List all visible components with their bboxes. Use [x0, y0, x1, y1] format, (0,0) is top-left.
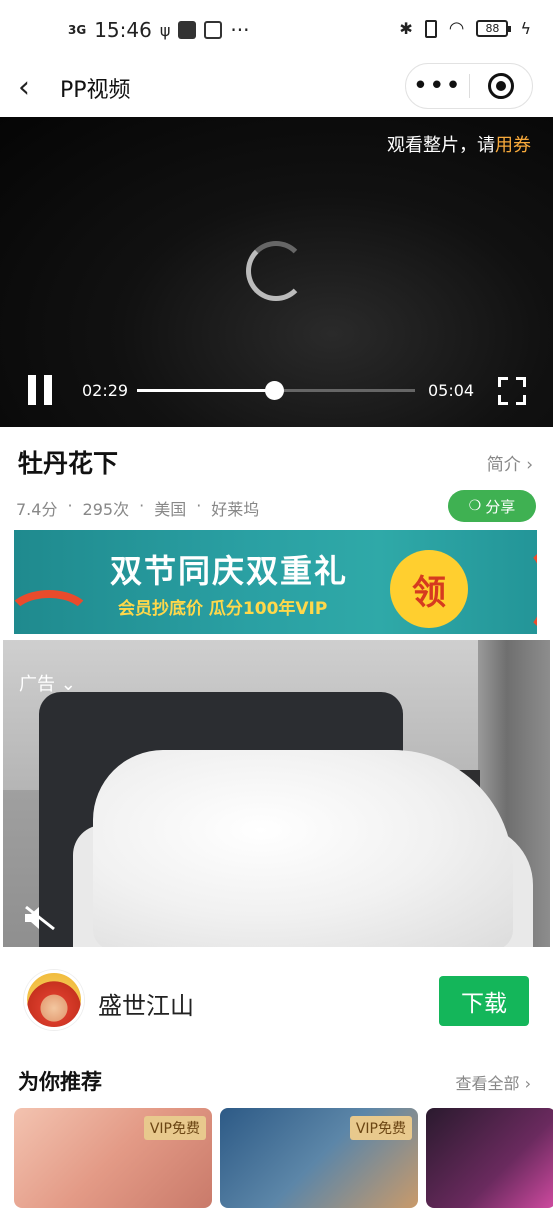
loading-spinner	[246, 241, 306, 301]
progress-handle[interactable]	[265, 381, 285, 400]
intro-link[interactable]: 简介 ›	[487, 450, 533, 475]
meta-separator: ·	[196, 496, 202, 515]
banner-subline: 会员抄底价 瓜分100年VIP	[118, 599, 328, 619]
recommend-card[interactable]	[426, 1108, 553, 1208]
back-icon[interactable]: ‹	[18, 70, 30, 105]
view-count: 295次	[82, 500, 130, 519]
recommend-card[interactable]: VIP免费	[14, 1108, 212, 1208]
vip-badge: VIP免费	[349, 1116, 412, 1140]
pause-icon-bar-right	[44, 375, 52, 405]
ribbon-decoration	[481, 540, 537, 634]
rating: 7.4分	[16, 500, 58, 519]
download-button[interactable]: 下载	[439, 976, 529, 1026]
fullscreen-corner	[498, 377, 508, 387]
ribbon-decoration	[14, 590, 94, 634]
coupon-prefix: 观看整片，请	[387, 135, 495, 156]
miniapp-capsule: •••	[405, 63, 533, 109]
mute-icon[interactable]	[23, 905, 57, 931]
section-title: 为你推荐	[18, 1070, 102, 1094]
signal-icon: 3G	[68, 23, 87, 37]
nav-bar: ‹ PP视频 •••	[0, 60, 553, 116]
more-notifications-icon: ···	[230, 18, 250, 42]
battery-icon: 88	[476, 20, 512, 37]
meta-separator: ·	[67, 496, 73, 515]
video-meta: 7.4分 · 295次 · 美国 · 好莱坞	[16, 496, 259, 520]
progress-fill	[137, 389, 275, 392]
fullscreen-icon[interactable]	[498, 377, 526, 405]
fullscreen-corner	[516, 395, 526, 405]
fullscreen-corner	[516, 377, 526, 387]
pause-button[interactable]	[28, 375, 54, 405]
ad-video[interactable]: 广告 ⌄	[3, 640, 550, 947]
more-menu-button[interactable]: •••	[406, 73, 469, 99]
page-title: PP视频	[60, 78, 131, 103]
status-time: 15:46	[94, 18, 152, 42]
share-label: 分享	[485, 497, 516, 516]
wechat-icon: ❍	[468, 498, 482, 514]
vibrate-icon	[424, 19, 437, 38]
target-icon	[487, 73, 514, 99]
usb-icon: ψ	[159, 20, 171, 40]
ad-image-duvet	[93, 750, 513, 947]
promo-banner[interactable]: 双节同庆双重礼 会员抄底价 瓜分100年VIP 领	[14, 530, 537, 634]
coupon-prompt[interactable]: 观看整片，请用券	[387, 131, 531, 157]
status-right: ✱ ◠ 88 ϟ	[399, 18, 531, 39]
vip-badge: VIP免费	[143, 1116, 206, 1140]
video-title: 牡丹花下	[18, 449, 119, 478]
status-left: 3G 15:46 ψ ···	[68, 18, 249, 42]
meta-separator: ·	[139, 496, 145, 515]
ad-label[interactable]: 广告 ⌄	[19, 670, 76, 696]
region: 美国	[154, 500, 187, 519]
bluetooth-icon: ✱	[399, 19, 413, 38]
status-bar: 3G 15:46 ψ ··· ✱ ◠ 88 ϟ	[0, 0, 553, 60]
author-name[interactable]: 盛世江山	[98, 986, 194, 1021]
current-time: 02:29	[82, 381, 129, 400]
app-notification-icon-2	[204, 21, 223, 39]
pause-icon-bar-left	[28, 375, 36, 405]
duration: 05:04	[428, 381, 475, 400]
close-miniapp-button[interactable]	[470, 73, 533, 99]
view-all-link[interactable]: 查看全部 ›	[456, 1070, 532, 1094]
wifi-icon: ◠	[448, 18, 465, 39]
app-notification-icon	[178, 21, 197, 39]
fullscreen-corner	[498, 395, 508, 405]
avatar[interactable]	[24, 970, 84, 1030]
claim-button[interactable]: 领	[390, 550, 468, 628]
recommend-card[interactable]: VIP免费	[220, 1108, 418, 1208]
use-coupon-link[interactable]: 用券	[495, 135, 531, 156]
category: 好莱坞	[211, 500, 260, 519]
video-player[interactable]: 观看整片，请用券 02:29 05:04	[0, 117, 553, 427]
battery-level: 88	[485, 22, 500, 35]
banner-headline: 双节同庆双重礼	[110, 552, 349, 590]
share-button[interactable]: ❍ 分享	[448, 490, 536, 522]
charging-icon: ϟ	[520, 19, 531, 38]
progress-bar[interactable]	[137, 381, 415, 400]
